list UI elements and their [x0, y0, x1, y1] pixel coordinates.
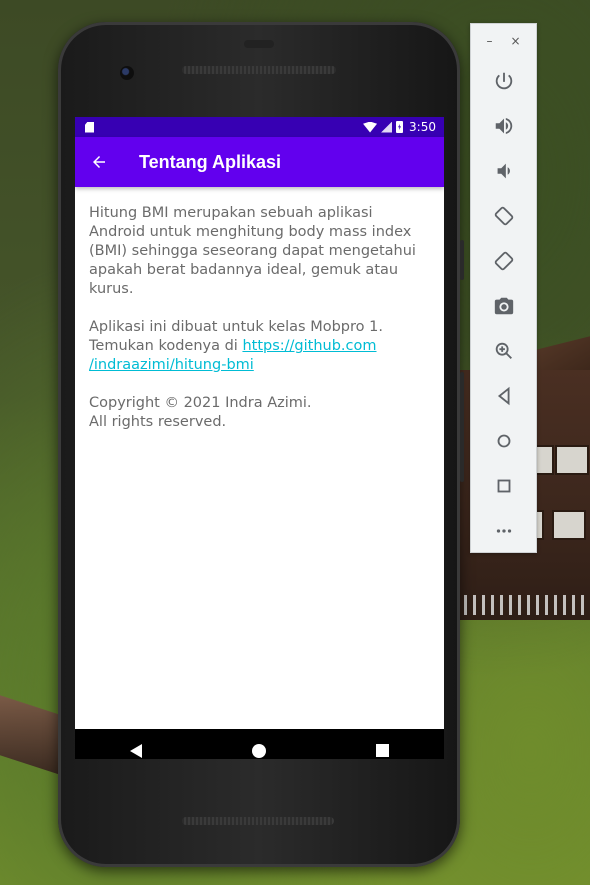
nav-back-icon[interactable] [130, 743, 142, 758]
signal-icon [381, 121, 393, 133]
screenshot-button[interactable] [471, 283, 536, 328]
back-button[interactable] [75, 137, 123, 187]
back-icon [497, 386, 509, 405]
device-frame: 3:50 Tentang Aplikasi Hitung BMI merupak… [58, 22, 464, 867]
zoom-button[interactable] [471, 328, 536, 373]
copyright-text: Copyright © 2021 Indra Azimi. [89, 395, 312, 411]
more-button[interactable] [471, 508, 536, 553]
side-button [460, 240, 464, 280]
toolbar-home-button[interactable] [471, 418, 536, 463]
side-button [460, 372, 464, 482]
camera-icon [494, 297, 513, 314]
source-paragraph: Aplikasi ini dibuat untuk kelas Mobpro 1… [89, 318, 430, 375]
copyright-paragraph: Copyright © 2021 Indra Azimi. All rights… [89, 394, 430, 432]
volume-up-icon [495, 117, 512, 134]
background-fence [455, 595, 590, 615]
volume-down-icon [497, 163, 510, 178]
about-content: Hitung BMI merupakan sebuah aplikasi And… [75, 187, 444, 432]
volume-up-button[interactable] [471, 103, 536, 148]
rotate-left-button[interactable] [471, 193, 536, 238]
power-button[interactable] [471, 58, 536, 103]
status-time: 3:50 [409, 120, 436, 134]
wifi-icon [363, 121, 378, 133]
class-info-text: Aplikasi ini dibuat untuk kelas Mobpro 1… [89, 319, 383, 335]
home-icon [497, 434, 510, 447]
bottom-speaker [182, 817, 334, 825]
source-prefix-text: Temukan kodenya di [89, 338, 243, 354]
github-link-part2[interactable]: /indraazimi/hitung-bmi [89, 357, 254, 373]
minimize-button[interactable]: – [486, 34, 492, 48]
front-camera [120, 66, 134, 80]
background-shed [0, 695, 60, 775]
background-window [555, 445, 589, 475]
toolbar-back-button[interactable] [471, 373, 536, 418]
earpiece-speaker [182, 66, 336, 74]
arrow-back-icon [93, 156, 105, 168]
sd-card-icon [85, 121, 94, 133]
volume-down-button[interactable] [471, 148, 536, 193]
description-paragraph: Hitung BMI merupakan sebuah aplikasi And… [89, 205, 416, 297]
rotate-left-icon [494, 206, 513, 225]
power-icon [495, 72, 512, 89]
battery-charging-icon [396, 121, 404, 133]
rotate-right-icon [494, 251, 513, 270]
device-screen: 3:50 Tentang Aplikasi Hitung BMI merupak… [75, 117, 444, 759]
overview-button[interactable] [471, 463, 536, 508]
page-title: Tentang Aplikasi [139, 151, 282, 172]
close-button[interactable]: × [510, 34, 520, 48]
nav-recents-icon[interactable] [376, 744, 389, 757]
top-notch [244, 40, 274, 48]
more-icon [496, 528, 511, 533]
background-window [552, 510, 586, 540]
rotate-right-button[interactable] [471, 238, 536, 283]
system-nav-bar [75, 729, 444, 759]
rights-text: All rights reserved. [89, 414, 227, 430]
app-bar: Tentang Aplikasi [75, 137, 444, 187]
zoom-icon [495, 342, 512, 359]
nav-home-icon[interactable] [252, 743, 266, 758]
emulator-toolbar: – × [470, 23, 537, 553]
github-link-part1[interactable]: https://github.com [242, 338, 376, 354]
status-bar: 3:50 [75, 117, 444, 137]
overview-icon [497, 479, 510, 492]
